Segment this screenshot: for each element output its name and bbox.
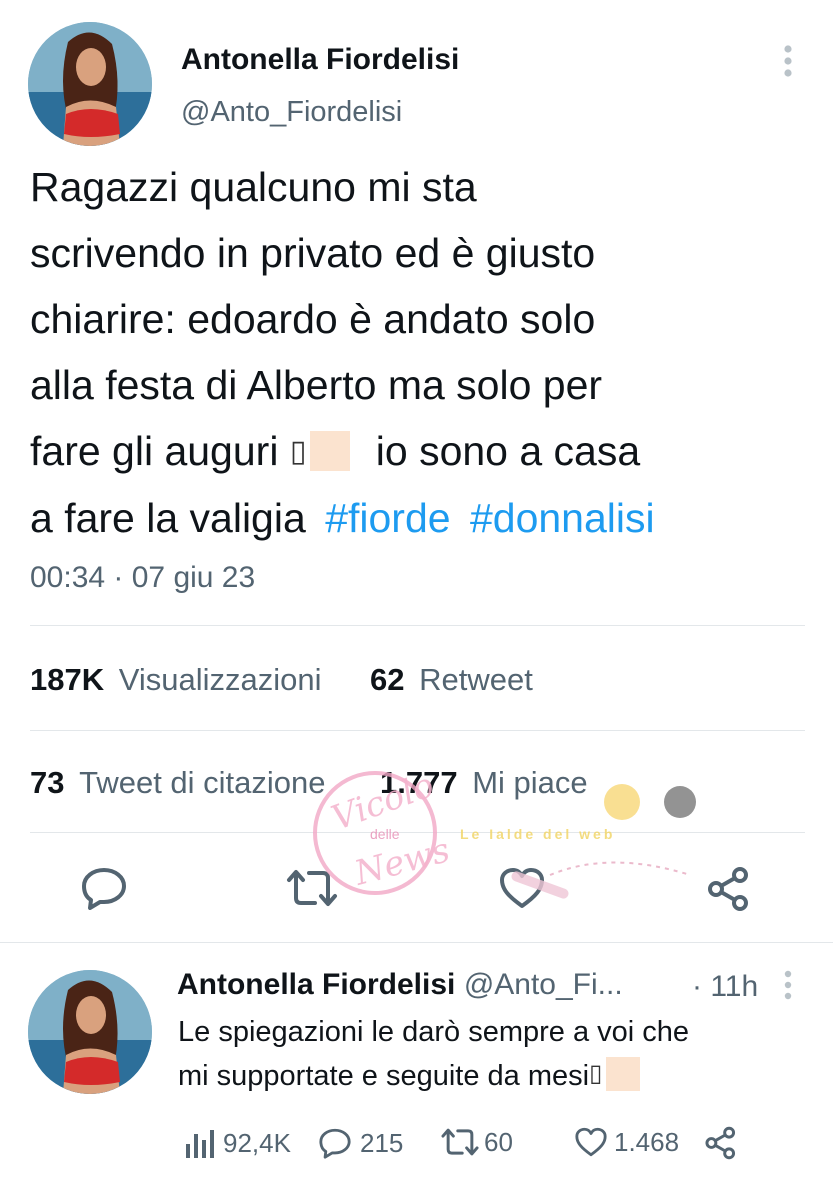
divider bbox=[30, 730, 805, 731]
reply-author-handle[interactable]: @Anto_Fi... bbox=[464, 968, 623, 1001]
tweet-line-part: a fare la valigia bbox=[30, 495, 306, 541]
like-icon bbox=[575, 1127, 607, 1157]
avatar-photo bbox=[28, 970, 152, 1094]
tweet-line: Ragazzi qualcuno mi sta bbox=[30, 164, 477, 210]
tweet-line-part: fare gli auguri bbox=[30, 428, 279, 474]
views-label: Visualizzazioni bbox=[118, 662, 322, 697]
hashtag-link[interactable]: #fiorde bbox=[325, 495, 450, 541]
tweet-line: a fare la valigia #fiorde #donnalisi bbox=[30, 485, 810, 551]
reply-line: mi supportate e seguite da mesi▯ bbox=[178, 1053, 798, 1097]
hashtag-link[interactable]: #donnalisi bbox=[470, 495, 655, 541]
quotes-stat[interactable]: 73 Tweet di citazione bbox=[30, 765, 326, 801]
retweets-label: Retweet bbox=[419, 662, 533, 697]
reply-time[interactable]: · 11h bbox=[692, 970, 758, 1004]
reply-icon[interactable] bbox=[80, 866, 128, 910]
emoji-icon bbox=[310, 431, 351, 471]
views-icon bbox=[186, 1130, 214, 1158]
tweet-line-part: io sono a casa bbox=[375, 428, 641, 474]
reply-header: Antonella Fiordelisi @Anto_Fi... bbox=[177, 968, 623, 1002]
author-avatar[interactable] bbox=[28, 22, 152, 146]
reply-views-count: 92,4K bbox=[223, 1127, 291, 1158]
emoji-icon bbox=[606, 1057, 641, 1091]
reply-likes-count: 1.468 bbox=[614, 1126, 680, 1157]
reply-replies-count: 215 bbox=[360, 1127, 404, 1158]
retweets-count: 62 bbox=[370, 662, 405, 697]
reply-line-part: mi supportate e seguite da mesi bbox=[178, 1060, 590, 1092]
reply-views[interactable]: 92,4K bbox=[183, 1126, 291, 1160]
tweet-line: chiarire: edoardo è andato solo bbox=[30, 296, 596, 342]
author-handle[interactable]: @Anto_Fiordelisi bbox=[181, 96, 402, 129]
tweet-text: Ragazzi qualcuno mi sta scrivendo in pri… bbox=[30, 154, 810, 551]
views-stat[interactable]: 187K Visualizzazioni bbox=[30, 662, 322, 698]
reply-likes[interactable]: 1.468 bbox=[574, 1126, 679, 1158]
reply-retweets[interactable]: 60 bbox=[440, 1126, 513, 1158]
missing-glyph-icon: ▯ bbox=[289, 435, 307, 468]
tweet-line: fare gli auguri ▯ io sono a casa bbox=[30, 418, 810, 485]
retweets-stat[interactable]: 62 Retweet bbox=[370, 662, 533, 698]
author-name[interactable]: Antonella Fiordelisi bbox=[181, 43, 459, 77]
retweet-icon bbox=[441, 1128, 479, 1156]
quotes-label: Tweet di citazione bbox=[79, 765, 326, 800]
reply-text: Le spiegazioni le darò sempre a voi che … bbox=[178, 1012, 798, 1097]
reply-retweets-count: 60 bbox=[484, 1126, 513, 1157]
share-icon[interactable] bbox=[704, 1126, 738, 1160]
reply-author-name[interactable]: Antonella Fiordelisi bbox=[177, 968, 455, 1001]
reply-icon bbox=[319, 1128, 351, 1159]
vicolo-watermark: Vicolo delle News bbox=[290, 765, 460, 898]
tweet-line: scrivendo in privato ed è giusto bbox=[30, 230, 596, 276]
tweet-line: alla festa di Alberto ma solo per bbox=[30, 362, 603, 408]
reply-avatar[interactable] bbox=[28, 970, 152, 1094]
tweet-timestamp[interactable]: 00:34 · 07 giu 23 bbox=[30, 561, 255, 595]
more-vertical-icon[interactable] bbox=[781, 970, 795, 1000]
missing-glyph-icon: ▯ bbox=[589, 1060, 603, 1087]
avatar-photo bbox=[28, 22, 152, 146]
reply-replies[interactable]: 215 bbox=[318, 1126, 403, 1160]
watermark-text: delle bbox=[370, 826, 400, 842]
leleide-watermark: Le Ialde del web bbox=[450, 780, 730, 900]
watermark-text: Le Ialde del web bbox=[460, 826, 616, 842]
quotes-count: 73 bbox=[30, 765, 65, 800]
divider bbox=[0, 942, 833, 943]
reply-line: Le spiegazioni le darò sempre a voi che bbox=[178, 1016, 690, 1048]
divider bbox=[30, 625, 805, 626]
more-vertical-icon[interactable] bbox=[780, 44, 796, 78]
views-count: 187K bbox=[30, 662, 105, 697]
